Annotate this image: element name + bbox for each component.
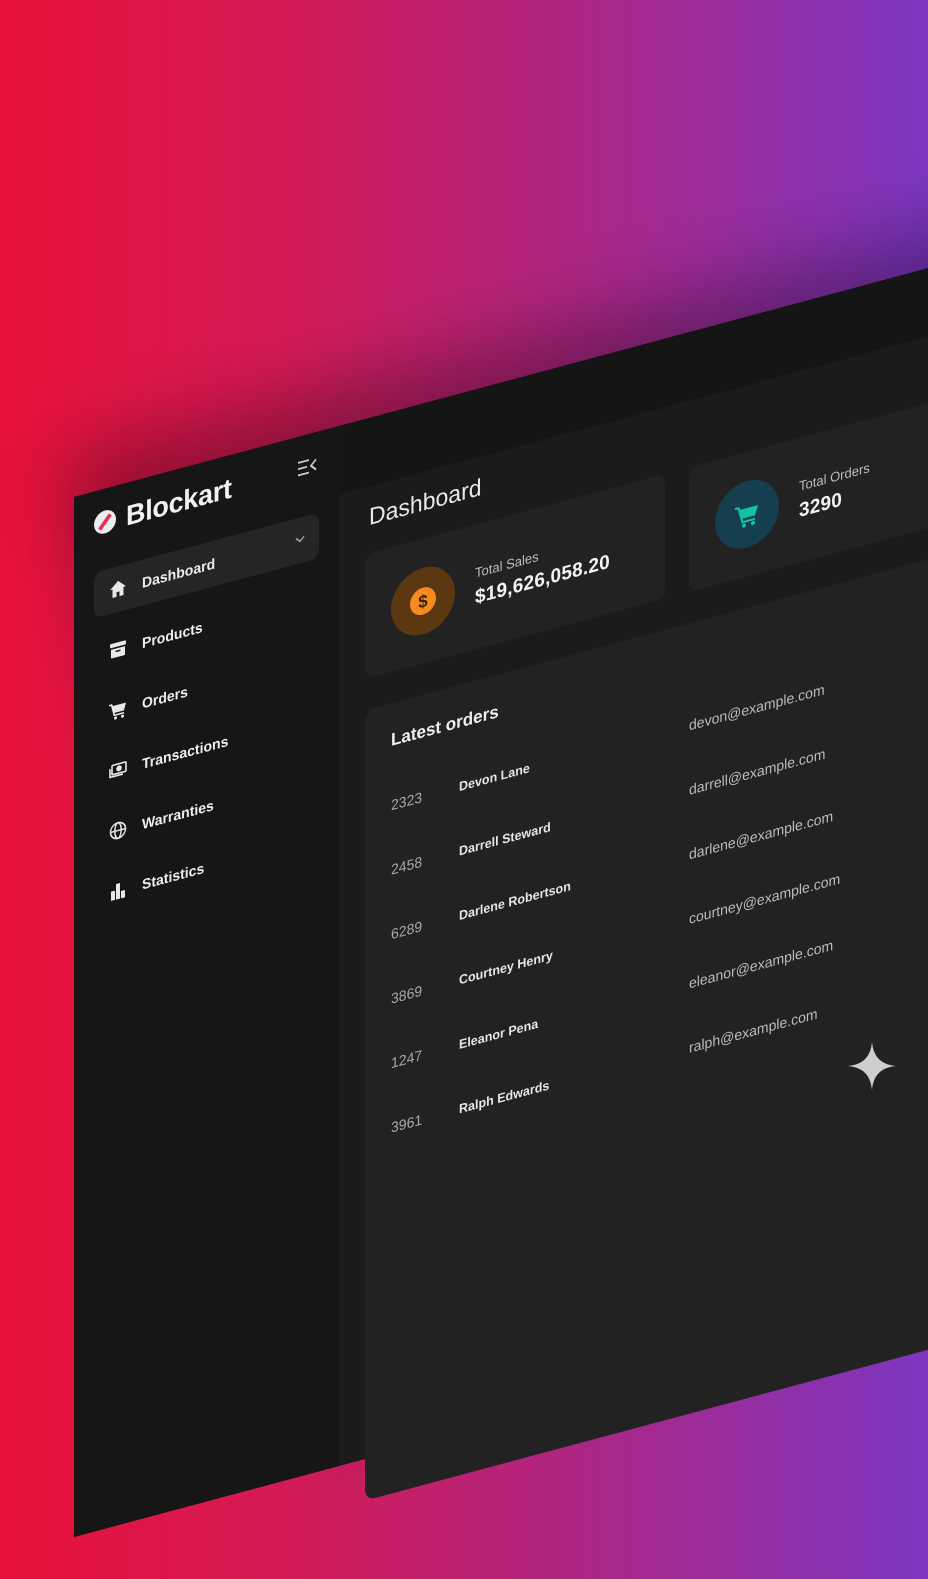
- globe-icon: [108, 817, 128, 843]
- order-id: 2458: [391, 852, 423, 878]
- bar-chart-icon: [108, 878, 128, 904]
- order-id: 1247: [391, 1046, 423, 1072]
- sidebar-item-label: Warranties: [142, 796, 214, 833]
- sidebar-item-label: Products: [142, 618, 203, 652]
- svg-text:$: $: [418, 590, 428, 613]
- sidebar: Blockart Dashboard Products Orders Trans…: [74, 425, 339, 1538]
- customer-email: eleanor@example.com: [689, 936, 834, 992]
- cart-icon: [108, 697, 128, 723]
- total-orders-card[interactable]: Total Orders 3290: [689, 387, 928, 593]
- home-icon: [108, 576, 128, 602]
- customer-email: courtney@example.com: [689, 869, 841, 928]
- money-icon: [108, 757, 128, 783]
- sidebar-item-label: Transactions: [142, 732, 229, 773]
- sidebar-item-label: Orders: [142, 682, 188, 712]
- brand-name: Blockart: [126, 471, 232, 532]
- order-id: 2323: [391, 788, 423, 814]
- dollar-coin-icon: $: [391, 559, 455, 643]
- brand-logo-icon: [94, 507, 116, 537]
- sparkle-icon: [848, 1042, 896, 1090]
- customer-email: ralph@example.com: [689, 1004, 818, 1057]
- sidebar-nav: Dashboard Products Orders Transactions W…: [94, 512, 319, 934]
- order-id: 3869: [391, 981, 423, 1007]
- app-window: Blockart Dashboard Products Orders Trans…: [74, 180, 928, 1538]
- customer-email: darrell@example.com: [689, 744, 826, 799]
- sidebar-item-label: Dashboard: [142, 554, 216, 592]
- collapse-menu-icon: [298, 458, 317, 477]
- order-id: 6289: [391, 917, 423, 943]
- page-title: Dashboard: [369, 473, 482, 531]
- order-id: 3961: [391, 1110, 423, 1136]
- customer-email: devon@example.com: [689, 680, 825, 734]
- sidebar-item-label: Statistics: [142, 859, 205, 893]
- chevron-down-icon[interactable]: [293, 530, 307, 548]
- sidebar-toggle-button[interactable]: [296, 455, 318, 480]
- shopping-cart-icon: [715, 472, 779, 557]
- tilted-dashboard: Blockart Dashboard Products Orders Trans…: [74, 180, 928, 1538]
- archive-box-icon: [108, 636, 128, 662]
- latest-orders-title: Latest orders: [391, 701, 499, 751]
- customer-email: darlene@example.com: [689, 807, 834, 863]
